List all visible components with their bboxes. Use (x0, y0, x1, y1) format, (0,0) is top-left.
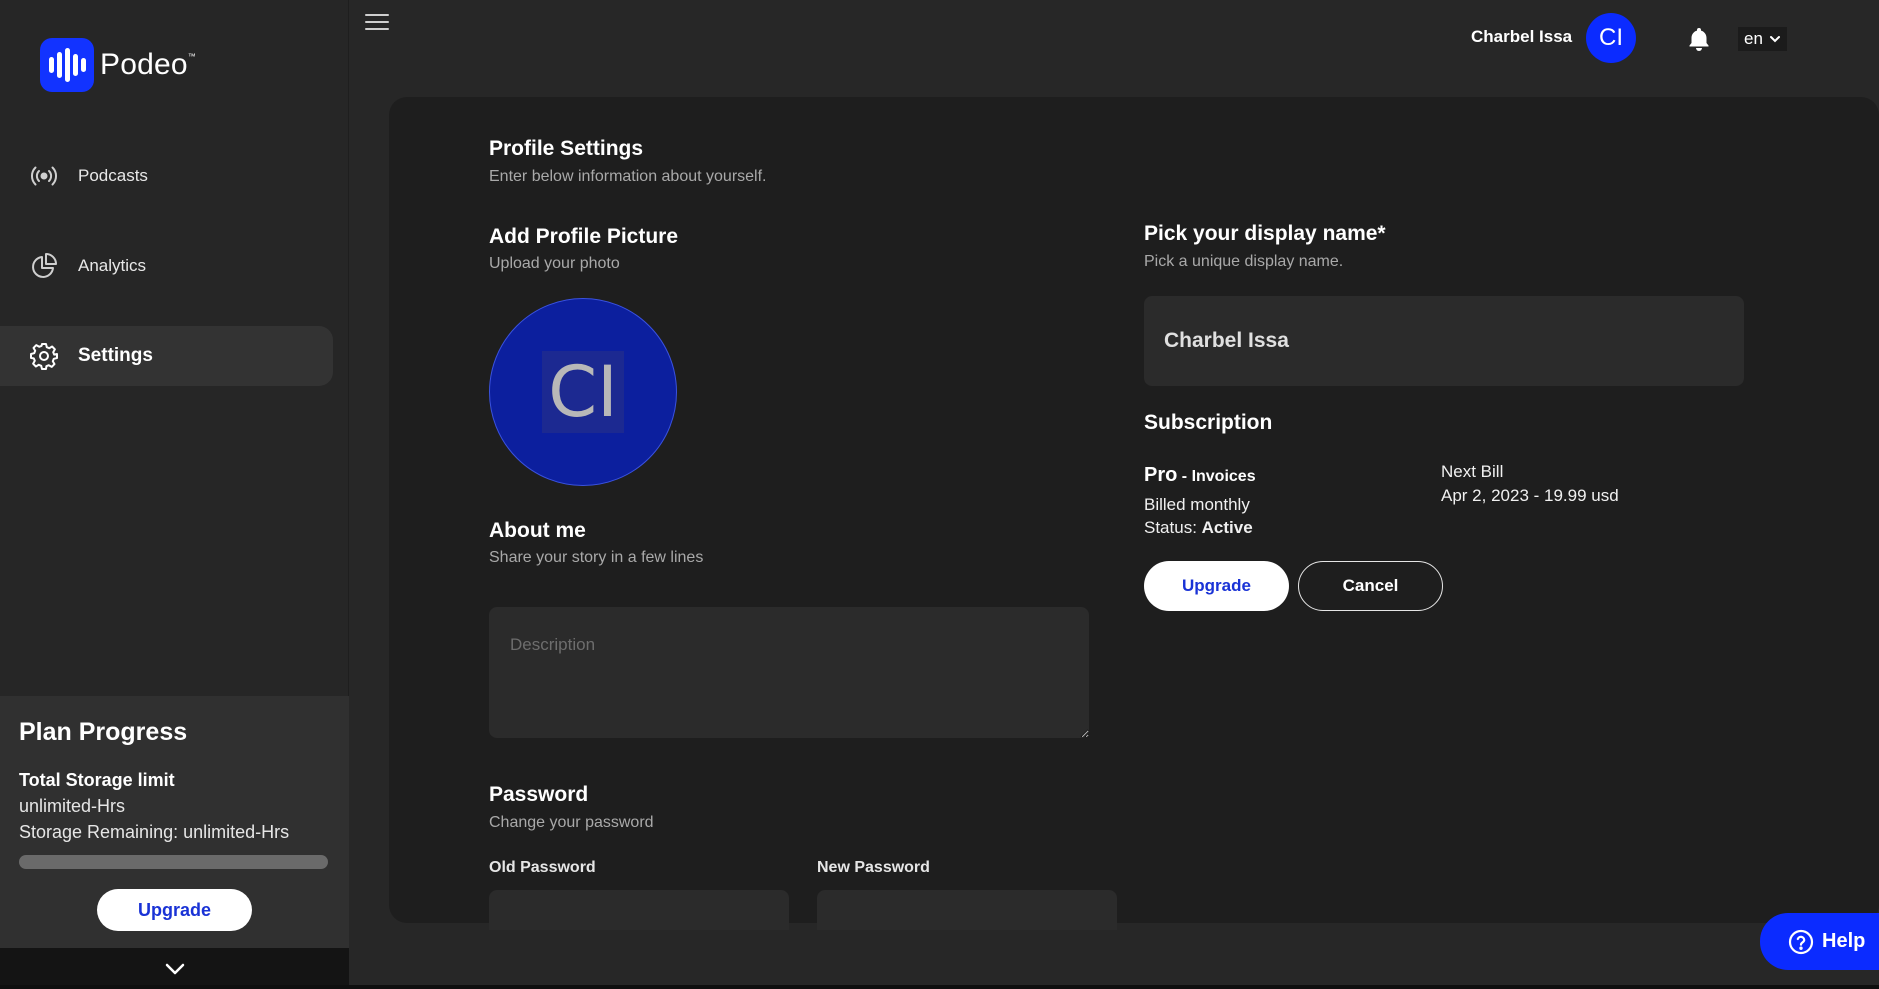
sidebar-item-podcasts[interactable]: Podcasts (0, 146, 333, 206)
sidebar-item-label: Analytics (78, 256, 147, 275)
old-password-input[interactable] (489, 890, 789, 930)
profile-settings-title: Profile Settings (489, 137, 644, 160)
profile-picture-title: Add Profile Picture (489, 225, 679, 248)
sidebar-item-analytics[interactable]: Analytics (0, 236, 333, 296)
pie-chart-icon (32, 253, 57, 278)
header-avatar[interactable]: CI (1586, 13, 1636, 63)
status-badge: Active (1201, 518, 1253, 537)
storage-progress-bar (19, 855, 328, 869)
old-password-label: Old Password (489, 859, 596, 876)
billing-cycle: Billed monthly (1144, 495, 1250, 514)
bottom-strip (0, 985, 1879, 989)
status-label: Status: (1144, 518, 1202, 537)
brand-name: Podeo (100, 48, 188, 81)
profile-settings-subtitle: Enter below information about yourself. (489, 168, 767, 185)
sidebar-upgrade-button[interactable]: Upgrade (97, 889, 252, 931)
brand-tm: ™ (187, 52, 196, 61)
subscription-title: Subscription (1144, 411, 1273, 434)
header-user-name[interactable]: Charbel Issa (1471, 27, 1572, 47)
plan-name: Pro (1144, 464, 1178, 486)
about-me-title: About me (489, 519, 586, 542)
storage-remaining: Storage Remaining: unlimited-Hrs (19, 822, 290, 842)
help-button[interactable]: Help (1760, 913, 1879, 970)
next-bill-value: Apr 2, 2023 - 19.99 usd (1441, 486, 1619, 505)
password-subtitle: Change your password (489, 814, 654, 831)
profile-picture-upload[interactable]: CI (489, 298, 677, 486)
subscription-plan: Pro - Invoices (1144, 464, 1256, 487)
sidebar-item-label: Podcasts (78, 166, 148, 185)
sidebar-item-label: Settings (78, 345, 153, 366)
sidebar-collapse-toggle[interactable] (0, 948, 349, 989)
subscription-cancel-button[interactable]: Cancel (1298, 561, 1443, 611)
display-name-title: Pick your display name* (1144, 222, 1386, 245)
gear-icon (30, 343, 58, 370)
profile-picture-initials: CI (542, 351, 624, 433)
password-title: Password (489, 783, 589, 806)
settings-panel: Profile Settings Enter below information… (389, 97, 1879, 930)
menu-toggle-button[interactable] (365, 14, 389, 32)
storage-limit-value: unlimited-Hrs (19, 796, 126, 816)
new-password-label: New Password (817, 859, 930, 876)
question-circle-icon (1788, 929, 1814, 954)
bell-icon[interactable] (1686, 26, 1712, 52)
podeo-logo-icon (40, 38, 94, 92)
display-name-subtitle: Pick a unique display name. (1144, 253, 1344, 270)
subscription-upgrade-button[interactable]: Upgrade (1144, 561, 1289, 611)
plan-progress-title: Plan Progress (19, 718, 188, 746)
storage-limit-label: Total Storage limit (19, 770, 175, 790)
invoices-link[interactable]: - Invoices (1177, 468, 1256, 485)
next-bill-label: Next Bill (1441, 462, 1504, 481)
subscription-status: Status: Active (1144, 516, 1253, 540)
about-me-subtitle: Share your story in a few lines (489, 549, 704, 566)
plan-progress-panel: Plan Progress Total Storage limit unlimi… (0, 696, 349, 948)
podeo-logo[interactable]: Podeo™ (40, 38, 196, 92)
sidebar: Podeo™ Podcasts Analytics Settings Plan … (0, 0, 349, 989)
sidebar-item-settings[interactable]: Settings (0, 326, 333, 386)
sidebar-nav: Podcasts Analytics Settings (0, 146, 349, 416)
new-password-input[interactable] (817, 890, 1117, 930)
language-value: en (1744, 29, 1763, 48)
chevron-down-icon (165, 963, 184, 974)
language-select[interactable]: en (1738, 27, 1787, 51)
display-name-input[interactable] (1144, 296, 1744, 386)
broadcast-icon (31, 166, 57, 186)
menu-icon (365, 14, 389, 16)
description-textarea[interactable] (489, 607, 1089, 738)
profile-picture-subtitle: Upload your photo (489, 255, 620, 272)
chevron-down-icon (1769, 36, 1780, 43)
help-label: Help (1822, 930, 1866, 952)
